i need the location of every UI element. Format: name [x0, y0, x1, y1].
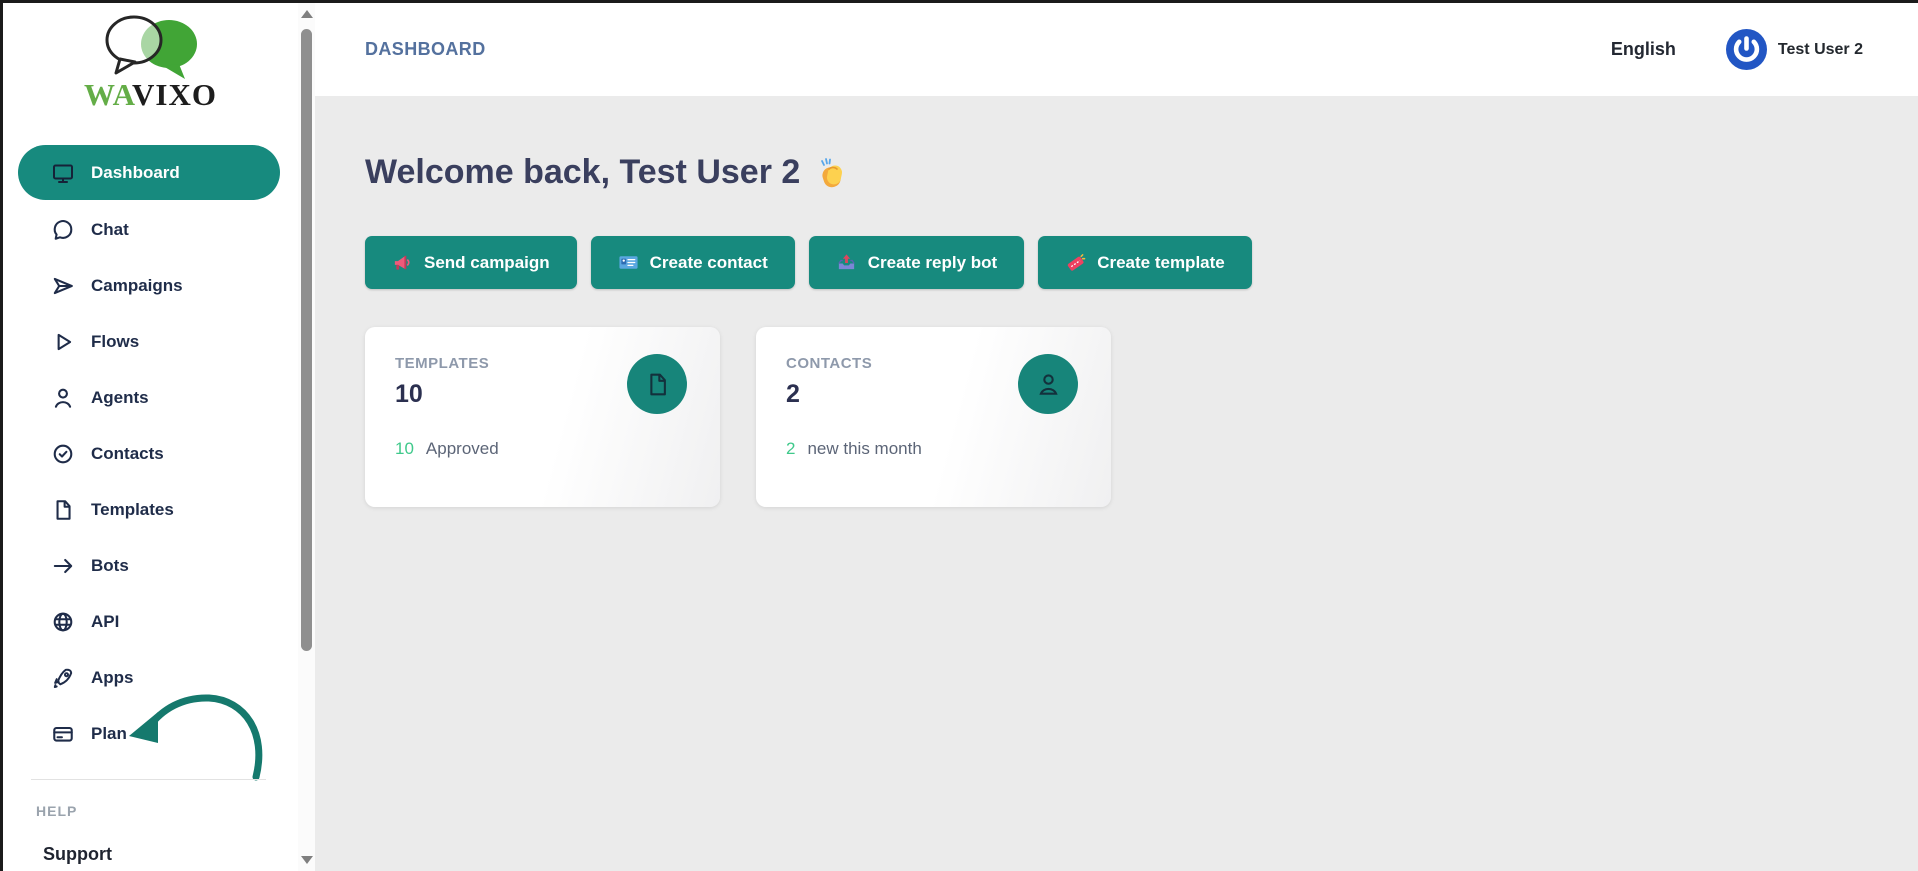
sidebar-item-apps[interactable]: Apps	[3, 650, 298, 706]
sidebar-item-plan[interactable]: Plan	[3, 706, 298, 762]
arrow-right-icon	[51, 554, 75, 578]
chat-bubble-icon	[51, 218, 75, 242]
topbar-right-group: English Test User 2	[1611, 3, 1863, 96]
create-contact-button[interactable]: Create contact	[591, 236, 795, 289]
contacts-stat-card[interactable]: CONTACTS 2 2 new this month	[756, 327, 1111, 507]
templates-stat-card[interactable]: TEMPLATES 10 10 Approved	[365, 327, 720, 507]
sidebar-item-label: Plan	[91, 724, 127, 744]
red-ticket-icon	[1065, 252, 1086, 273]
breadcrumb[interactable]: DASHBOARD	[365, 39, 486, 60]
welcome-text: Welcome back, Test User 2	[365, 153, 800, 192]
brand-logo[interactable]: WAVIXO	[3, 11, 298, 113]
sidebar-item-chat[interactable]: Chat	[3, 202, 298, 258]
sidebar-item-label: Flows	[91, 332, 139, 352]
main-content: Welcome back, Test User 2	[315, 96, 1918, 871]
sidebar: WAVIXO Dashboard Chat	[3, 3, 298, 871]
sidebar-item-flows[interactable]: Flows	[3, 314, 298, 370]
sidebar-item-label: Apps	[91, 668, 134, 688]
app-window: WAVIXO Dashboard Chat	[0, 0, 1918, 871]
person-icon	[1018, 354, 1078, 414]
scrollbar-down-arrow[interactable]	[301, 856, 313, 864]
sidebar-item-agents[interactable]: Agents	[3, 370, 298, 426]
wordmark-dark: VIXO	[132, 77, 217, 112]
sidebar-item-support[interactable]: Support	[43, 844, 112, 865]
scrollbar-up-arrow[interactable]	[301, 10, 313, 18]
outbox-tray-icon	[836, 252, 857, 273]
page-title: Welcome back, Test User 2	[365, 153, 1918, 192]
user-name[interactable]: Test User 2	[1778, 41, 1863, 59]
credit-card-icon	[51, 722, 75, 746]
person-icon	[51, 386, 75, 410]
create-reply-bot-button[interactable]: Create reply bot	[809, 236, 1024, 289]
logo-chat-bubbles-icon	[87, 11, 215, 83]
stat-cards-row: TEMPLATES 10 10 Approved CONTACTS 2 2 ne…	[365, 327, 1918, 507]
stat-delta-row: 10 Approved	[395, 439, 499, 459]
sidebar-item-label: Bots	[91, 556, 129, 576]
play-triangle-icon	[51, 330, 75, 354]
button-label: Create reply bot	[868, 253, 997, 273]
sidebar-item-bots[interactable]: Bots	[3, 538, 298, 594]
sidebar-item-label: Campaigns	[91, 276, 183, 296]
paper-plane-icon	[51, 274, 75, 298]
language-selector[interactable]: English	[1611, 39, 1676, 60]
create-template-button[interactable]: Create template	[1038, 236, 1252, 289]
stat-delta-text: new this month	[807, 439, 921, 459]
wordmark-green: WA	[84, 77, 132, 112]
button-label: Send campaign	[424, 253, 550, 273]
sidebar-item-label: API	[91, 612, 119, 632]
scrollbar-thumb[interactable]	[301, 29, 312, 651]
quick-actions-row: Send campaign Create contact	[365, 236, 1918, 289]
monitor-icon	[51, 161, 75, 185]
topbar: DASHBOARD English Test User 2	[315, 3, 1918, 96]
sidebar-item-dashboard[interactable]: Dashboard	[18, 145, 280, 200]
document-icon	[627, 354, 687, 414]
stat-delta-value: 2	[786, 439, 795, 459]
contact-card-icon	[618, 252, 639, 273]
globe-icon	[51, 610, 75, 634]
sidebar-item-label: Chat	[91, 220, 129, 240]
sidebar-item-templates[interactable]: Templates	[3, 482, 298, 538]
badge-check-icon	[51, 442, 75, 466]
megaphone-icon	[392, 252, 413, 273]
brand-wordmark: WAVIXO	[3, 77, 298, 113]
button-label: Create template	[1097, 253, 1225, 273]
sidebar-item-label: Templates	[91, 500, 174, 520]
sidebar-nav: Chat Campaigns Flows	[3, 202, 298, 762]
sidebar-scrollbar	[298, 3, 315, 871]
stat-delta-row: 2 new this month	[786, 439, 922, 459]
stat-delta-value: 10	[395, 439, 414, 459]
sidebar-divider	[31, 779, 266, 780]
power-badge-icon[interactable]	[1726, 29, 1767, 70]
rocket-icon	[51, 666, 75, 690]
sidebar-item-campaigns[interactable]: Campaigns	[3, 258, 298, 314]
stat-delta-text: Approved	[426, 439, 499, 459]
clapping-hands-icon	[814, 155, 850, 191]
sidebar-item-label: Agents	[91, 388, 149, 408]
document-icon	[51, 498, 75, 522]
sidebar-item-label: Dashboard	[91, 163, 180, 183]
sidebar-item-api[interactable]: API	[3, 594, 298, 650]
sidebar-item-label: Contacts	[91, 444, 164, 464]
send-campaign-button[interactable]: Send campaign	[365, 236, 577, 289]
sidebar-item-contacts[interactable]: Contacts	[3, 426, 298, 482]
button-label: Create contact	[650, 253, 768, 273]
help-section-label: HELP	[36, 803, 77, 819]
